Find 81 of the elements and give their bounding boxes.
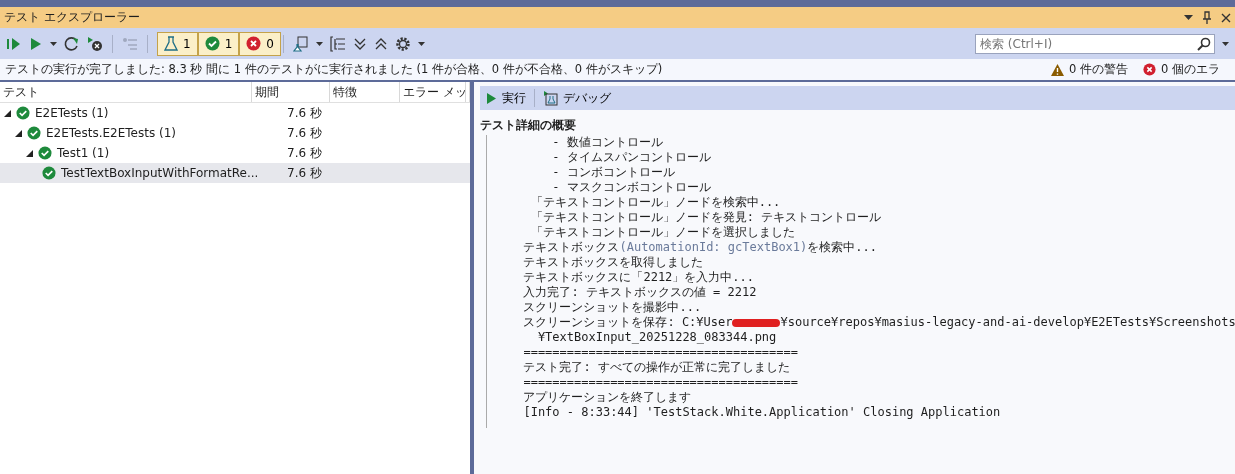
check-circle-icon [16, 106, 30, 120]
test-name: E2ETests (1) [35, 106, 109, 120]
log-line: ====================================== [522, 375, 798, 390]
flask-icon [164, 36, 178, 51]
log-line: ¥source¥repos¥masius-legacy-and-ai-develop¥E2ETests¥Screenshots [780, 315, 1235, 330]
test-name: Test1 (1) [57, 146, 110, 160]
test-name: TestTextBoxInputWithFormatRe... [61, 166, 259, 180]
error-count: 0 個のエラ [1161, 62, 1220, 77]
play-icon [486, 91, 497, 105]
run-button[interactable]: 実行 [486, 89, 526, 107]
filter-button[interactable]: 1 [197, 31, 240, 56]
check-circle-icon [42, 166, 56, 180]
cancel-icon[interactable] [87, 35, 103, 52]
tree-row[interactable]: E2ETests (1) 7.6 秒 [0, 103, 470, 123]
log-line: 入力完了: テキストボックスの値 = 2212 [522, 285, 757, 300]
log-line: 「テキストコントロール」ノードを選択しました [529, 225, 795, 240]
details-heading: テスト詳細の概要 [480, 118, 577, 133]
column-header[interactable]: テスト [0, 82, 252, 102]
collapse-all-icon[interactable] [373, 36, 388, 51]
check-circle-icon [27, 126, 41, 140]
window-title: テスト エクスプローラー [4, 10, 140, 25]
log-text: (AutomationId: gcTextBox1) [619, 240, 808, 255]
dropdown-icon[interactable] [1184, 14, 1193, 21]
column-header[interactable]: エラー メッ [400, 82, 466, 102]
error-circle-icon [1143, 63, 1156, 76]
run-summary: テストの実行が完了しました: 8.3 秒 間に 1 件のテストがに実行されました (1 件が合格、0 件が不合格、0 件がスキップ) [5, 62, 663, 77]
log-line: ¥TextBoxInput_20251228_083344.png [536, 330, 777, 345]
warning-count: 0 件の警告 [1069, 62, 1128, 77]
dropdown-icon[interactable] [50, 41, 57, 46]
tree-row[interactable]: TestTextBoxInputWithFormatRe... 7.6 秒 [0, 163, 470, 183]
dropdown-icon[interactable] [1222, 41, 1229, 46]
search-icon[interactable] [1197, 36, 1211, 51]
test-name: E2ETests.E2ETests (1) [46, 126, 176, 140]
log-line: アプリケーションを終了します [522, 390, 692, 405]
dropdown-icon[interactable] [315, 41, 323, 46]
tree-row[interactable]: E2ETests.E2ETests (1) 7.6 秒 [0, 123, 470, 143]
expander-icon[interactable] [26, 149, 33, 157]
log-line: 「テキストコントロール」ノードを検索中... [529, 195, 781, 210]
log-line: ====================================== [522, 345, 798, 360]
log-line: スクリーンショットを保存: C:¥User [522, 315, 733, 330]
check-circle-icon [204, 36, 220, 51]
check-circle-icon [38, 146, 52, 160]
playlist-icon[interactable] [292, 35, 309, 52]
log-text: を検索中... [807, 240, 877, 255]
settings-icon[interactable] [394, 35, 411, 52]
duration: 7.6 秒 [287, 164, 322, 182]
log-line: - タイムスパンコントロール [551, 150, 711, 165]
log-line: 「テキストコントロール」ノードを発見: テキストコントロール [529, 210, 882, 225]
search-field[interactable]: 検索 (Ctrl+I) [975, 33, 1215, 54]
run-all-icon[interactable] [6, 35, 22, 52]
debug-button[interactable]: デバッグ [543, 89, 611, 107]
column-header[interactable]: 特徴 [330, 82, 400, 102]
close-icon[interactable] [1221, 12, 1231, 23]
log-line: テキストボックスを取得しました [522, 255, 704, 270]
play-icon[interactable] [29, 35, 43, 52]
column-header[interactable]: 期間 [252, 82, 330, 102]
warning-icon [1051, 63, 1065, 76]
log-line: スクリーンショットを撮影中... [522, 300, 702, 315]
duration: 7.6 秒 [287, 104, 322, 122]
log-line: [Info - 8:33:44] 'TestStack.White.Application' Closing Application [522, 405, 1001, 420]
log-line: - 数値コントロール [551, 135, 663, 150]
hierarchy-icon[interactable] [329, 35, 346, 52]
expander-icon[interactable] [15, 129, 22, 137]
repeat-icon[interactable] [64, 35, 80, 52]
error-circle-icon [246, 36, 262, 51]
redaction-mark [732, 319, 781, 327]
filter-button[interactable]: 0 [239, 31, 281, 56]
dropdown-icon[interactable] [417, 41, 425, 46]
filter-button[interactable]: 1 [157, 31, 198, 56]
duration: 7.6 秒 [287, 144, 322, 162]
flask-icon [543, 90, 558, 106]
pin-icon[interactable] [1202, 11, 1212, 24]
expander-icon[interactable] [4, 109, 11, 117]
duration: 7.6 秒 [287, 124, 322, 142]
log-line: - マスクコンボコントロール [551, 180, 711, 195]
expand-all-icon[interactable] [352, 36, 367, 51]
log-line: - コンボコントロール [551, 165, 675, 180]
log-text: テキストボックス [522, 240, 620, 255]
tree-row[interactable]: Test1 (1) 7.6 秒 [0, 143, 470, 163]
log-line: テキストボックスに「2212」を入力中... [522, 270, 755, 285]
log-line: テスト完了: すべての操作が正常に完了しました [522, 360, 790, 375]
